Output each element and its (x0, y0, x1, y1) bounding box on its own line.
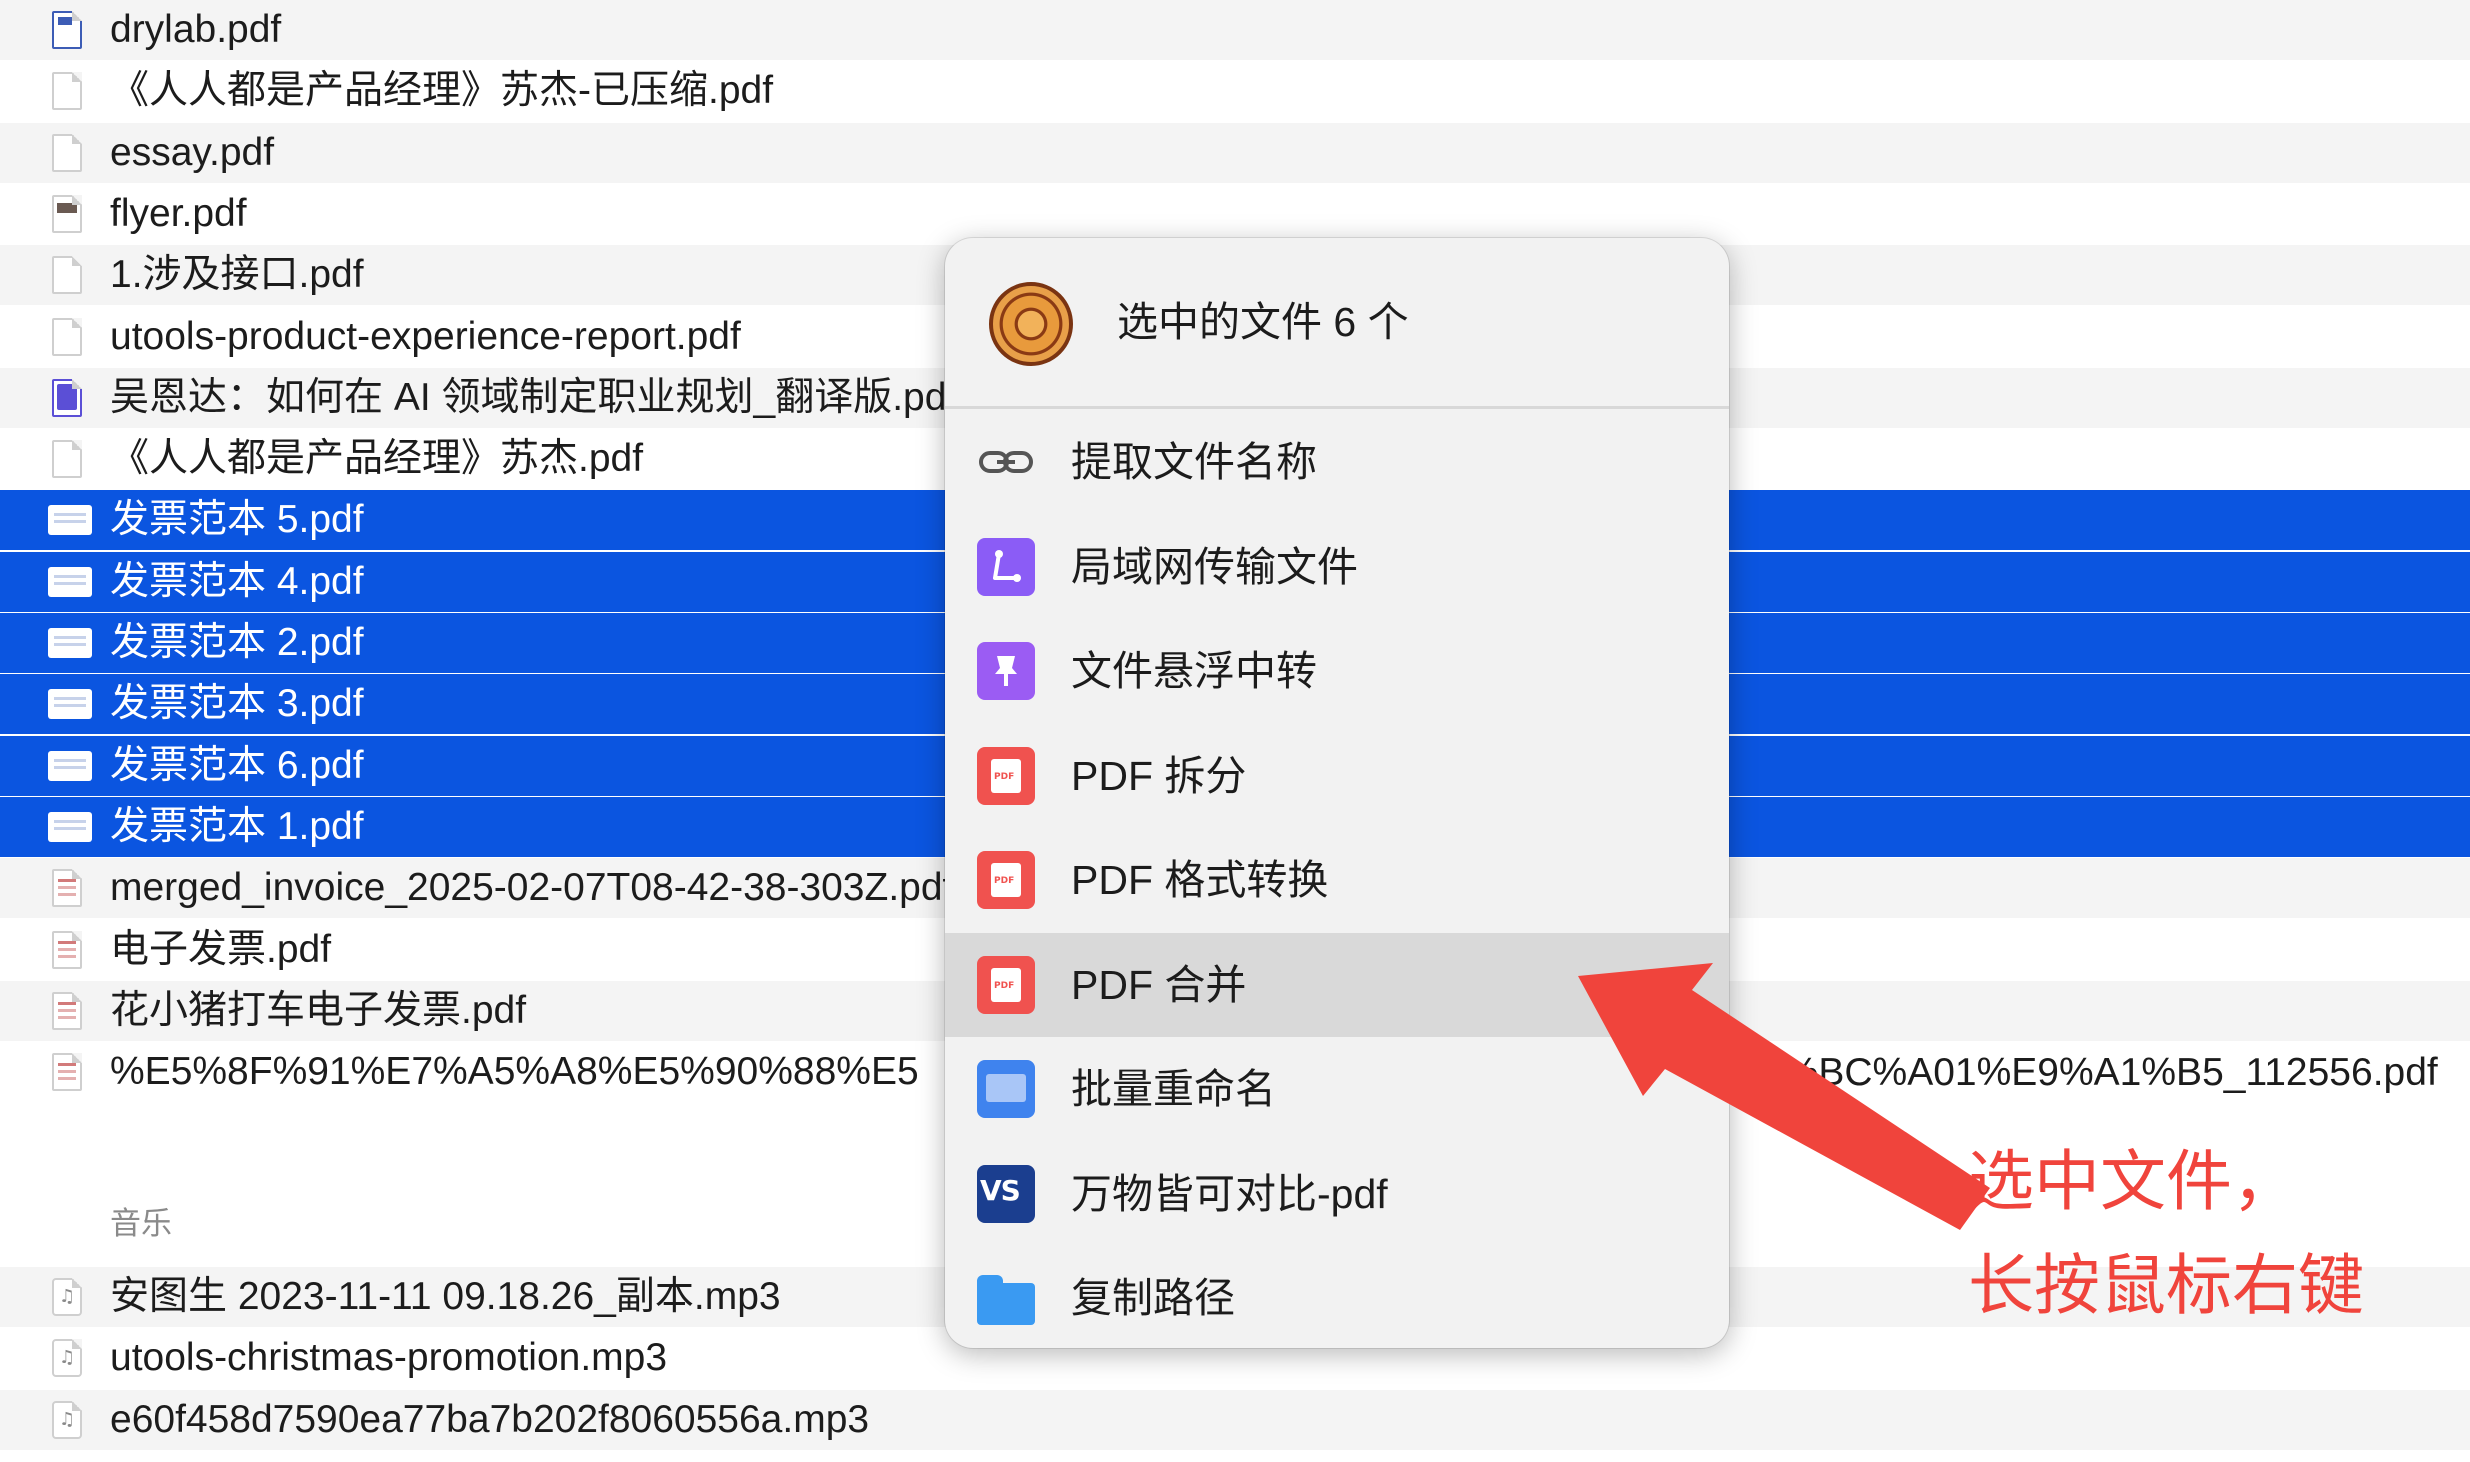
app-logo-icon (989, 282, 1073, 366)
file-name: merged_invoice_2025-02-07T08-42-38-303Z.… (110, 866, 954, 909)
file-name: 发票范本 5.pdf (110, 498, 364, 541)
file-row[interactable]: 《人人都是产品经理》苏杰-已压缩.pdf (0, 61, 2470, 121)
menu-divider (945, 406, 1729, 409)
menu-item-label: PDF 格式转换 (1071, 857, 1329, 903)
menu-item-label: 批量重命名 (1071, 1066, 1276, 1112)
file-name: drylab.pdf (110, 8, 282, 51)
file-row[interactable]: e60f458d7590ea77ba7b202f8060556a.mp3 (0, 1390, 2470, 1450)
link-icon (977, 433, 1035, 491)
file-row[interactable]: drylab.pdf (0, 0, 2470, 60)
pdf-doc-icon (52, 440, 82, 478)
invoice-icon (48, 751, 92, 781)
pdf-doc-icon (52, 195, 82, 233)
menu-item-label: 文件悬浮中转 (1071, 648, 1317, 694)
invoice-icon (48, 567, 92, 597)
pin-icon (977, 642, 1035, 700)
file-name: utools-product-experience-report.pdf (110, 315, 741, 358)
invoice-icon (52, 931, 82, 969)
menu-item[interactable]: 提取文件名称 (945, 410, 1729, 514)
file-row[interactable]: essay.pdf (0, 123, 2470, 183)
file-name: 发票范本 4.pdf (110, 560, 364, 603)
file-name: 《人人都是产品经理》苏杰-已压缩.pdf (110, 69, 774, 112)
file-name: utools-christmas-promotion.mp3 (110, 1336, 668, 1379)
lan-transfer-icon (977, 537, 1035, 596)
file-name: 发票范本 1.pdf (110, 805, 364, 848)
annotation-text-line1: 选中文件， (1968, 1143, 2298, 1220)
file-name: 发票范本 3.pdf (110, 682, 364, 725)
pdf-doc-icon (52, 134, 82, 172)
menu-item[interactable]: PDF 拆分 (945, 724, 1729, 828)
file-name: 安图生 2023-11-11 09.18.26_副本.mp3 (110, 1275, 781, 1318)
invoice-icon (48, 628, 92, 658)
folder-icon (977, 1269, 1035, 1327)
menu-item-label: PDF 拆分 (1071, 752, 1247, 799)
menu-item[interactable]: VS 万物皆可对比-pdf (945, 1142, 1729, 1246)
file-name: 《人人都是产品经理》苏杰.pdf (110, 437, 644, 480)
batch-rename-icon (977, 1060, 1035, 1118)
invoice-icon (48, 812, 92, 842)
menu-item-label: 万物皆可对比-pdf (1071, 1170, 1388, 1217)
pdf-icon (977, 851, 1035, 909)
file-name: 发票范本 6.pdf (110, 744, 364, 787)
file-name: e60f458d7590ea77ba7b202f8060556a.mp3 (110, 1398, 870, 1441)
pdf-icon (977, 746, 1035, 805)
annotation-text-line2: 长按鼠标右键 (1968, 1247, 2364, 1324)
long-file-name-tail[interactable]: 5%BC%A01%E9%A1%B5_112556.pdf (1762, 1040, 2438, 1106)
pdf-doc-icon (52, 318, 82, 356)
context-menu: 选中的文件 6 个 提取文件名称局域网传输文件文件悬浮中转 PDF 拆分 PDF 格… (945, 238, 1729, 1348)
pdf-doc-icon (52, 72, 82, 110)
file-name: flyer.pdf (110, 192, 247, 235)
audio-file-icon (52, 1278, 82, 1316)
section-header-music: 音乐 (110, 1206, 172, 1241)
invoice-icon (48, 689, 92, 719)
file-name: 花小猪打车电子发票.pdf (110, 989, 527, 1032)
file-row[interactable]: flyer.pdf (0, 184, 2470, 244)
menu-header: 选中的文件 6 个 (945, 238, 1729, 406)
menu-header-title: 选中的文件 6 个 (1117, 299, 1409, 345)
invoice-icon (52, 1053, 82, 1091)
vs-compare-icon: VS (977, 1164, 1035, 1223)
menu-item[interactable]: PDF 格式转换 (945, 828, 1729, 932)
pdf-doc-icon (52, 256, 82, 294)
menu-item-label: 复制路径 (1071, 1275, 1235, 1321)
file-name: 吴恩达：如何在 AI 领域制定职业规划_翻译版.pdf (110, 376, 958, 419)
invoice-icon (52, 869, 82, 907)
file-name: %E5%8F%91%E7%A5%A8%E5%90%88%E5 (110, 1050, 919, 1093)
file-name: 电子发票.pdf (110, 928, 332, 971)
menu-item[interactable]: PDF 合并 (945, 932, 1729, 1037)
pdf-doc-icon (52, 11, 82, 49)
file-name: 发票范本 2.pdf (110, 621, 364, 664)
pdf-doc-icon (52, 379, 82, 417)
invoice-icon (52, 992, 82, 1030)
file-name: 1.涉及接口.pdf (110, 253, 364, 296)
audio-file-icon (52, 1339, 82, 1377)
menu-item-label: 局域网传输文件 (1071, 543, 1358, 590)
menu-item[interactable]: 批量重命名 (945, 1037, 1729, 1141)
menu-item[interactable]: 局域网传输文件 (945, 515, 1729, 619)
menu-item[interactable]: 文件悬浮中转 (945, 619, 1729, 723)
audio-file-icon (52, 1401, 82, 1439)
menu-item[interactable]: 复制路径 (945, 1246, 1729, 1348)
pdf-icon (977, 955, 1035, 1014)
invoice-icon (48, 505, 92, 535)
menu-item-label: PDF 合并 (1071, 961, 1247, 1008)
menu-item-label: 提取文件名称 (1071, 439, 1317, 485)
file-name: essay.pdf (110, 131, 275, 174)
